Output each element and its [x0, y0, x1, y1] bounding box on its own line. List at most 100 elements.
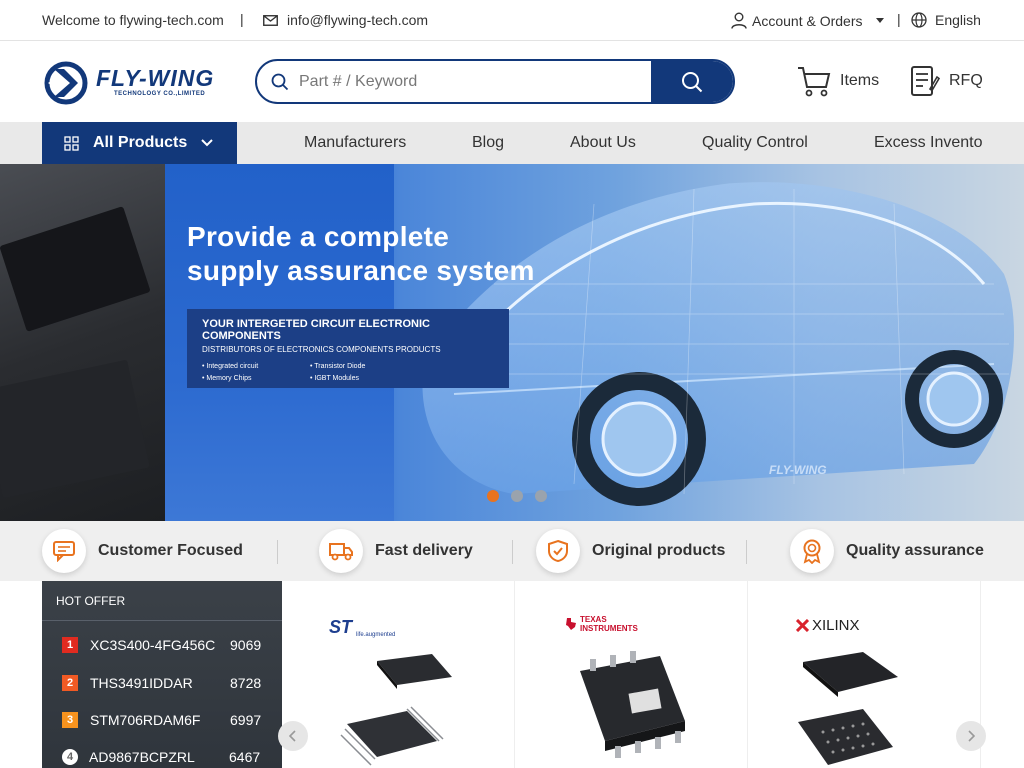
- rank-badge: 3: [62, 712, 78, 728]
- quantity: 9069: [230, 637, 262, 653]
- brand-tagline: life.augmented: [356, 632, 396, 638]
- feature-quality-assurance: Quality assurance: [790, 529, 984, 573]
- logo-text: FLY-WING: [96, 65, 215, 91]
- language-selector[interactable]: English: [911, 12, 981, 28]
- chip-product-image: [340, 654, 452, 766]
- banner-headline: Provide a complete supply assurance syst…: [187, 220, 535, 288]
- part-number: STM706RDAM6F: [90, 712, 201, 728]
- quantity: 8728: [230, 675, 262, 691]
- nav-item-excess-inventory[interactable]: Excess Invento: [874, 134, 984, 152]
- carousel-dot-2[interactable]: [511, 490, 523, 502]
- brand-products-carousel: ST life.augmented TEXAS INSTRUMENTS XILI…: [278, 581, 986, 768]
- brand-name: XILINX: [812, 617, 860, 634]
- divider: [746, 540, 747, 564]
- carousel-dots: [487, 490, 547, 502]
- award-badge-icon: [790, 529, 834, 573]
- chip-photo-panel: [0, 164, 165, 521]
- grid-icon: [64, 135, 79, 151]
- banner-bullet: • Memory Chips: [202, 375, 252, 382]
- banner-headline-line2: supply assurance system: [187, 255, 535, 286]
- items-label: Items: [840, 72, 880, 89]
- search-icon: [257, 61, 291, 102]
- feature-fast-delivery: Fast delivery: [319, 529, 473, 573]
- feature-label: Fast delivery: [375, 542, 473, 559]
- chevron-right-icon: [968, 730, 975, 742]
- nav-item-quality-control[interactable]: Quality Control: [702, 134, 808, 152]
- logo-subtext: TECHNOLOGY CO.,LIMITED: [114, 91, 206, 97]
- banner-bullet: • Transistor Diode: [310, 363, 366, 370]
- xilinx-logo: XILINX: [796, 617, 860, 634]
- hot-offer-title: HOT OFFER: [42, 581, 282, 621]
- hot-offer-row[interactable]: 2 THS3491IDDAR 8728: [42, 675, 282, 691]
- banner-headline-line1: Provide a complete: [187, 221, 450, 252]
- bga-chip-image: [798, 652, 898, 765]
- part-number: AD9867BCPZRL: [89, 749, 195, 765]
- divider: [512, 540, 513, 564]
- email-text: info@flywing-tech.com: [287, 12, 429, 28]
- feature-label: Quality assurance: [846, 542, 984, 559]
- product-card-texas-instruments[interactable]: TEXAS INSTRUMENTS: [515, 581, 748, 768]
- nav-item-manufacturers[interactable]: Manufacturers: [304, 134, 406, 152]
- nav-item-blog[interactable]: Blog: [472, 134, 504, 152]
- search-button[interactable]: [651, 61, 733, 102]
- account-label: Account & Orders: [752, 12, 863, 29]
- brand-name: ST: [329, 617, 353, 637]
- carousel-prev-button[interactable]: [278, 721, 308, 751]
- hot-offer-row[interactable]: 4 AD9867BCPZRL 6467: [42, 749, 282, 765]
- rfq-document-icon: [911, 66, 940, 96]
- user-icon: [731, 12, 747, 29]
- part-number: XC3S400-4FG456C: [90, 637, 216, 653]
- welcome-text: Welcome to flywing-tech.com: [42, 12, 224, 28]
- account-menu[interactable]: Account & Orders: [731, 12, 884, 29]
- ti-logo: TEXAS INSTRUMENTS: [565, 615, 640, 633]
- st-logo: ST life.augmented: [329, 617, 395, 638]
- quantity: 6997: [230, 712, 262, 728]
- banner-bullet: • Integrated circuit: [202, 363, 259, 370]
- brand-name: TEXAS INSTRUMENTS: [580, 615, 638, 633]
- email-link[interactable]: info@flywing-tech.com: [263, 12, 428, 28]
- main-nav: All Products Manufacturers Blog About Us…: [0, 122, 1024, 164]
- globe-icon: [911, 12, 927, 28]
- chevron-down-icon: [201, 139, 213, 147]
- banner-info-box: YOUR INTERGETED CIRCUIT ELECTRONIC COMPO…: [187, 309, 509, 388]
- rfq-label: RFQ: [949, 72, 983, 89]
- all-products-menu[interactable]: All Products: [42, 122, 237, 164]
- search-input[interactable]: [291, 61, 651, 102]
- chip-graphic: [0, 206, 151, 332]
- feature-original-products: Original products: [536, 529, 725, 573]
- part-number: THS3491IDDAR: [90, 675, 193, 691]
- product-card-xilinx[interactable]: XILINX: [748, 581, 981, 768]
- banner-box-subtitle: DISTRIBUTORS OF ELECTRONICS COMPONENTS P…: [202, 345, 441, 354]
- language-label: English: [935, 12, 981, 28]
- cart-button[interactable]: Items: [797, 65, 879, 97]
- chip-graphic: [0, 359, 150, 499]
- xilinx-x-icon: [796, 619, 809, 632]
- rank-badge: 4: [62, 749, 78, 765]
- carousel-next-button[interactable]: [956, 721, 986, 751]
- carousel-dot-3[interactable]: [535, 490, 547, 502]
- divider: |: [240, 11, 244, 27]
- feature-customer-focused: Customer Focused: [42, 529, 243, 573]
- feature-label: Customer Focused: [98, 542, 243, 559]
- hot-offer-row[interactable]: 1 XC3S400-4FG456C 9069: [42, 637, 282, 653]
- mail-icon: [263, 14, 278, 26]
- nav-item-about-us[interactable]: About Us: [570, 134, 636, 152]
- soic-chip-image: [580, 651, 685, 758]
- hero-banner[interactable]: FLY-WING Provide a complete supply assur…: [0, 164, 1024, 521]
- cart-icon: [798, 67, 831, 97]
- divider: |: [897, 11, 901, 27]
- caret-down-icon: [875, 18, 884, 23]
- carousel-dot-1[interactable]: [487, 490, 499, 502]
- product-card-st[interactable]: ST life.augmented: [282, 581, 515, 768]
- divider: [277, 540, 278, 564]
- features-strip: Customer Focused Fast delivery Original …: [0, 521, 1024, 581]
- hot-offer-row[interactable]: 3 STM706RDAM6F 6997: [42, 712, 282, 728]
- banner-box-title: YOUR INTERGETED CIRCUIT ELECTRONIC COMPO…: [202, 318, 430, 342]
- rfq-button[interactable]: RFQ: [910, 65, 983, 97]
- texas-state-icon: [566, 618, 576, 630]
- search-icon: [682, 71, 703, 92]
- delivery-truck-icon: [319, 529, 363, 573]
- feature-label: Original products: [592, 542, 726, 559]
- logo[interactable]: FLY-WING TECHNOLOGY CO.,LIMITED: [44, 61, 230, 105]
- top-bar: Welcome to flywing-tech.com | info@flywi…: [0, 0, 1024, 41]
